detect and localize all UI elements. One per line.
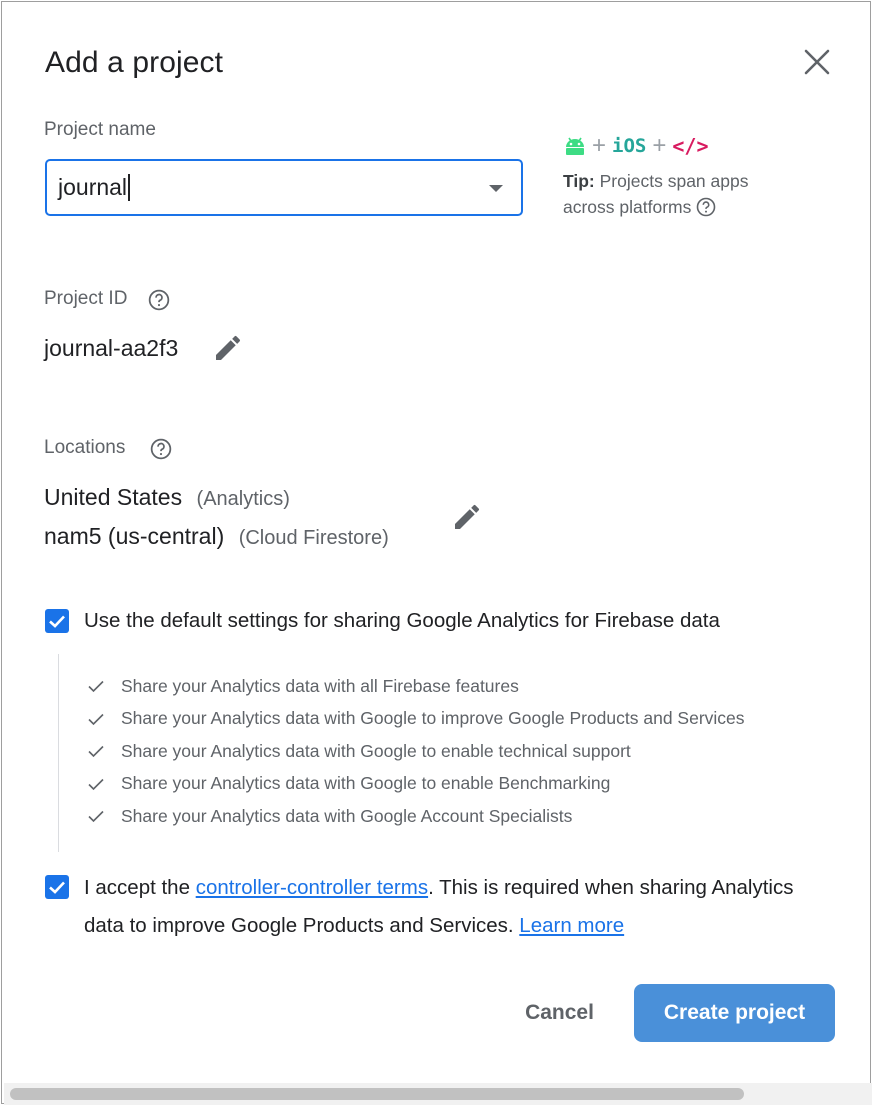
- pencil-icon: [455, 504, 480, 529]
- platform-icons: + iOS + </>: [564, 134, 708, 158]
- list-item: Share your Analytics data with Google Ac…: [86, 800, 745, 833]
- android-icon: [566, 137, 584, 155]
- location-row: United States (Analytics): [44, 484, 290, 511]
- project-name-value: journal: [58, 174, 128, 200]
- accept-terms-text: I accept the controller-controller terms…: [84, 869, 804, 945]
- dialog: Add a project Project name journal + iOS…: [1, 1, 872, 1105]
- list-item: Share your Analytics data with Google to…: [86, 703, 745, 736]
- default-settings-checkbox[interactable]: [45, 609, 69, 633]
- check-icon: [88, 778, 104, 790]
- check-icon: [88, 681, 104, 693]
- controller-terms-link[interactable]: controller-controller terms: [196, 876, 428, 899]
- list-item-text: Share your Analytics data with Google Ac…: [121, 805, 573, 826]
- project-name-label: Project name: [44, 119, 156, 140]
- accept-prefix: I accept the: [84, 876, 196, 899]
- plus-icon: +: [592, 132, 607, 159]
- close-icon: [804, 49, 830, 75]
- learn-more-link[interactable]: Learn more: [519, 914, 624, 937]
- list-item: Share your Analytics data with Google to…: [86, 768, 745, 801]
- locations-help-icon[interactable]: [150, 438, 172, 465]
- location-value: nam5 (us-central): [44, 523, 225, 549]
- list-item: Share your Analytics data with all Fireb…: [86, 670, 745, 703]
- ios-icon: iOS: [612, 135, 647, 157]
- help-icon[interactable]: [696, 197, 716, 217]
- accept-terms-checkbox[interactable]: [45, 875, 69, 899]
- location-row: nam5 (us-central) (Cloud Firestore): [44, 523, 389, 550]
- default-settings-label: Use the default settings for sharing Goo…: [84, 609, 720, 632]
- plus-icon: +: [652, 132, 667, 159]
- dialog-title: Add a project: [45, 46, 224, 79]
- tree-line: [58, 654, 59, 852]
- close-button[interactable]: [802, 47, 832, 77]
- locations-label: Locations: [44, 437, 126, 458]
- list-item-text: Share your Analytics data with Google to…: [121, 740, 631, 761]
- dropdown-arrow-icon[interactable]: [489, 185, 503, 192]
- list-item-text: Share your Analytics data with Google to…: [121, 708, 745, 729]
- edit-locations-button[interactable]: [451, 501, 483, 533]
- list-item-text: Share your Analytics data with all Fireb…: [121, 675, 519, 696]
- checkmark-icon: [49, 881, 65, 894]
- location-note: (Analytics): [196, 488, 290, 510]
- project-id-label: Project ID: [44, 288, 128, 309]
- scrollbar-thumb[interactable]: [10, 1088, 744, 1100]
- checkmark-icon: [49, 615, 65, 628]
- check-icon: [88, 811, 104, 823]
- check-icon: [88, 746, 104, 758]
- cancel-button[interactable]: Cancel: [507, 987, 612, 1039]
- project-id-value: journal-aa2f3: [44, 335, 179, 361]
- edit-project-id-button[interactable]: [212, 332, 244, 364]
- analytics-sharing-list: Share your Analytics data with all Fireb…: [86, 670, 745, 833]
- location-note: (Cloud Firestore): [238, 527, 389, 549]
- create-project-button[interactable]: Create project: [634, 984, 835, 1042]
- list-item-text: Share your Analytics data with Google to…: [121, 773, 611, 794]
- text-caret: [128, 174, 131, 201]
- list-item: Share your Analytics data with Google to…: [86, 735, 745, 768]
- tip-bold: Tip:: [563, 171, 595, 191]
- check-icon: [88, 713, 104, 725]
- web-code-icon: </>: [672, 134, 709, 158]
- project-id-help-icon[interactable]: [148, 289, 170, 316]
- pencil-icon: [216, 335, 241, 360]
- platform-tip: Tip: Projects span apps across platforms: [563, 168, 803, 220]
- location-value: United States: [44, 484, 183, 510]
- project-name-input[interactable]: journal: [45, 159, 523, 216]
